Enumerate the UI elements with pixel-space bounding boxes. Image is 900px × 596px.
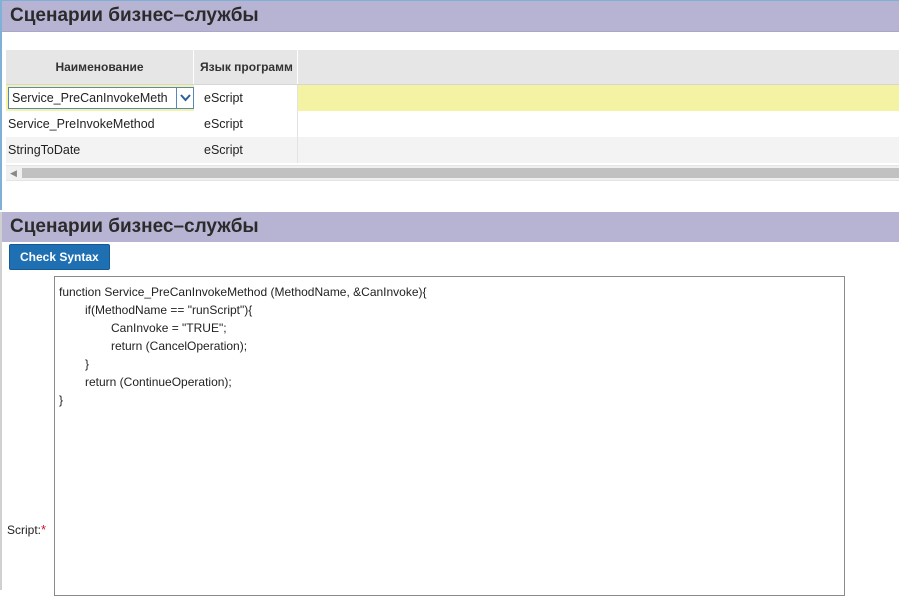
code-line: return (ContinueOperation); (85, 375, 232, 389)
column-header-language[interactable]: Язык программ (194, 50, 298, 84)
table-row[interactable]: Service_PreCanInvokeMeth eScript (6, 85, 899, 111)
code-line: return (CancelOperation); (111, 339, 248, 353)
language-cell[interactable]: eScript (194, 137, 298, 163)
code-line: } (85, 357, 90, 371)
name-combobox[interactable]: Service_PreCanInvokeMeth (8, 87, 194, 109)
scroll-left-icon[interactable]: ◀ (10, 166, 17, 180)
script-editor[interactable]: function Service_PreCanInvokeMethod (Met… (54, 276, 845, 596)
script-field-label: Script:* (7, 522, 46, 537)
name-cell[interactable]: StringToDate (6, 137, 194, 163)
scrollbar-thumb[interactable] (22, 168, 899, 178)
name-combobox-value[interactable]: Service_PreCanInvokeMeth (9, 88, 176, 108)
code-line: if(MethodName == "runScript"){ (85, 303, 253, 317)
name-cell[interactable]: Service_PreCanInvokeMeth (6, 85, 194, 111)
code-line: CanInvoke = "TRUE"; (111, 321, 227, 335)
script-form-applet: Сценарии бизнес–службы Check Syntax func… (0, 212, 899, 596)
name-cell[interactable]: Service_PreInvokeMethod (6, 111, 194, 137)
script-list-applet: Сценарии бизнес–службы Наименование Язык… (0, 0, 899, 210)
grid-header: Наименование Язык программ (6, 50, 899, 85)
language-cell[interactable]: eScript (194, 85, 298, 111)
scripts-grid: Наименование Язык программ Service_PreCa… (6, 50, 899, 181)
list-applet-title: Сценарии бизнес–службы (2, 1, 899, 32)
table-row[interactable]: Service_PreInvokeMethod eScript (6, 111, 899, 137)
required-marker: * (41, 522, 47, 537)
check-syntax-button[interactable]: Check Syntax (9, 244, 110, 270)
column-header-name[interactable]: Наименование (6, 50, 194, 84)
horizontal-scrollbar[interactable]: ◀ (6, 165, 899, 181)
chevron-down-icon[interactable] (176, 88, 193, 108)
code-line: function Service_PreCanInvokeMethod (Met… (59, 285, 427, 299)
table-row[interactable]: StringToDate eScript (6, 137, 899, 163)
code-line: } (59, 393, 64, 407)
language-cell[interactable]: eScript (194, 111, 298, 137)
script-label-text: Script: (7, 523, 42, 537)
form-applet-title: Сценарии бизнес–службы (2, 212, 899, 242)
